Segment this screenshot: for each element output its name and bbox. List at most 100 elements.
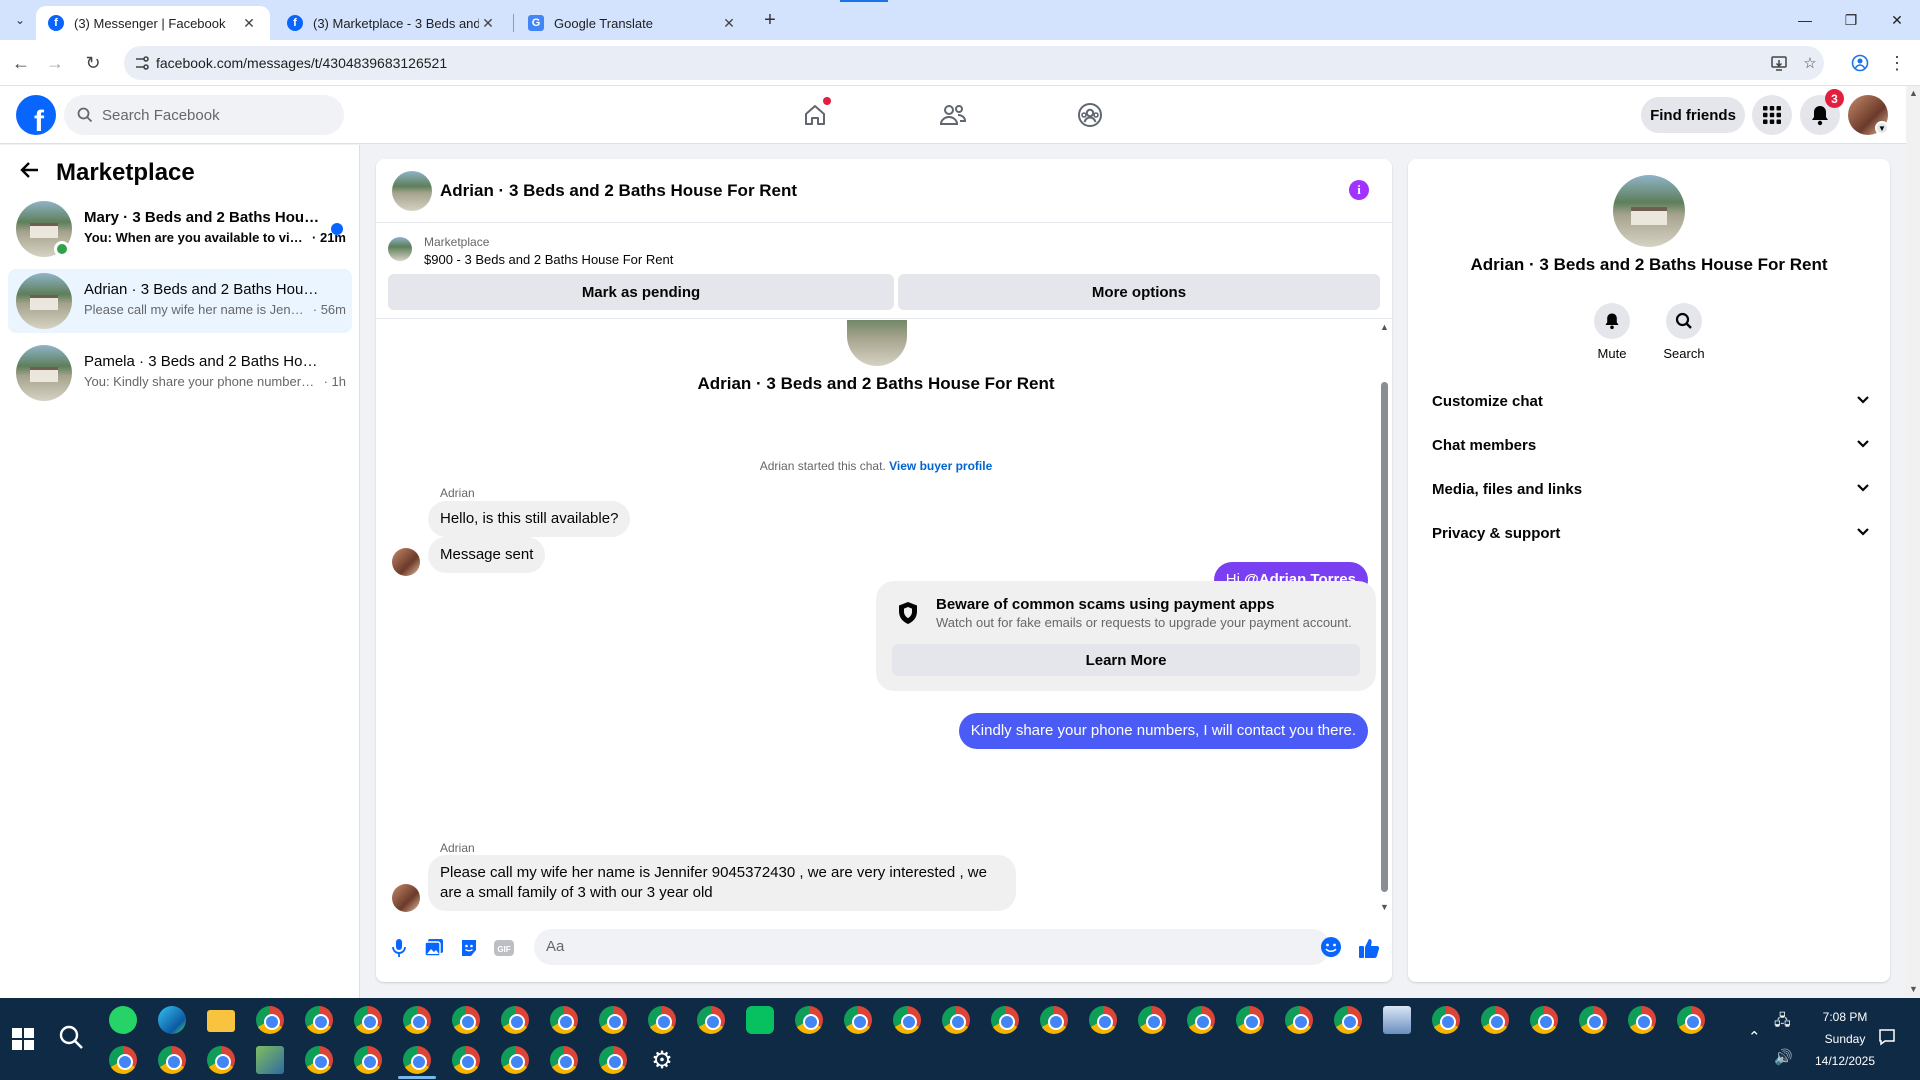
profile-icon[interactable] (1847, 50, 1873, 76)
chevron-down-icon[interactable]: ▼ (1875, 121, 1889, 135)
chrome-icon[interactable] (452, 1006, 480, 1034)
chrome-icon[interactable] (305, 1006, 333, 1034)
chrome-icon[interactable] (697, 1006, 725, 1034)
app-icon[interactable] (256, 1046, 284, 1074)
more-options-button[interactable]: More options (898, 274, 1380, 310)
new-tab-button[interactable]: + (758, 8, 782, 32)
forward-arrow-icon[interactable]: → (42, 50, 68, 76)
menu-grid-button[interactable] (1752, 95, 1792, 135)
scroll-up-arrow-icon[interactable]: ▲ (1909, 88, 1918, 98)
scroll-up-arrow-icon[interactable]: ▲ (1380, 322, 1389, 332)
chrome-icon[interactable] (1628, 1006, 1656, 1034)
outgoing-message[interactable]: Kindly share your phone numbers, I will … (958, 713, 1368, 749)
bookmark-star-icon[interactable]: ☆ (1800, 53, 1820, 73)
chrome-icon[interactable] (501, 1046, 529, 1074)
emoji-icon[interactable] (1320, 936, 1342, 958)
browser-menu-icon[interactable]: ⋮ (1884, 50, 1910, 76)
edge-browser-icon[interactable] (158, 1006, 186, 1034)
facebook-search-box[interactable] (64, 95, 344, 135)
chrome-icon[interactable] (550, 1046, 578, 1074)
conversation-item[interactable]: Pamela · 3 Beds and 2 Baths House For Re… (8, 341, 352, 405)
search-action[interactable]: Search (1654, 303, 1714, 361)
chrome-icon[interactable] (158, 1046, 186, 1074)
chrome-icon[interactable] (1040, 1006, 1068, 1034)
chrome-icon[interactable] (354, 1006, 382, 1034)
listing-thumbnail[interactable] (1613, 175, 1685, 247)
info-icon[interactable]: i (1349, 180, 1369, 200)
chrome-icon[interactable] (795, 1006, 823, 1034)
chrome-icon[interactable] (1579, 1006, 1607, 1034)
back-arrow-icon[interactable] (20, 160, 44, 186)
listing-thumbnail[interactable] (388, 237, 412, 261)
thread-scrollbar[interactable]: ▲ ▼ (1378, 320, 1390, 915)
close-window-button[interactable]: ✕ (1874, 6, 1920, 34)
message-input[interactable] (546, 938, 1286, 955)
chrome-icon[interactable] (1481, 1006, 1509, 1034)
message-input-box[interactable] (534, 929, 1330, 965)
tab-search-menu-button[interactable]: ⌄ (8, 8, 32, 32)
tab-google-translate[interactable]: G Google Translate ✕ (516, 6, 750, 40)
microphone-icon[interactable] (388, 937, 410, 959)
taskbar-search-icon[interactable] (58, 1024, 86, 1052)
incoming-message[interactable]: Hello, is this still available? (428, 501, 631, 537)
wechat-icon[interactable] (746, 1006, 774, 1034)
chrome-icon[interactable] (942, 1006, 970, 1034)
chrome-icon[interactable] (1236, 1006, 1264, 1034)
conversation-item-selected[interactable]: Adrian · 3 Beds and 2 Baths House For Re… (8, 269, 352, 333)
chrome-icon[interactable] (354, 1046, 382, 1074)
groups-nav-button[interactable] (1070, 95, 1110, 135)
chrome-icon[interactable] (1089, 1006, 1117, 1034)
chrome-icon[interactable] (256, 1006, 284, 1034)
friends-nav-button[interactable] (933, 95, 973, 135)
windows-start-icon[interactable] (12, 1028, 34, 1050)
gif-icon[interactable]: GIF (493, 937, 515, 959)
chrome-icon[interactable] (1677, 1006, 1705, 1034)
incoming-message[interactable]: Message sent (428, 537, 546, 573)
mark-as-pending-button[interactable]: Mark as pending (388, 274, 894, 310)
whatsapp-icon[interactable] (109, 1006, 137, 1034)
tab-messenger[interactable]: f (3) Messenger | Facebook ✕ (36, 6, 270, 40)
install-app-icon[interactable] (1769, 53, 1789, 73)
chrome-icon[interactable] (305, 1046, 333, 1074)
photos-app-icon[interactable] (1383, 1006, 1411, 1034)
clock-time[interactable]: 7:08 PM (1800, 1010, 1890, 1024)
address-bar[interactable]: facebook.com/messages/t/4304839683126521… (124, 46, 1824, 80)
chrome-icon[interactable] (844, 1006, 872, 1034)
privacy-support-section[interactable]: Privacy & support (1416, 513, 1882, 553)
chrome-icon[interactable] (1334, 1006, 1362, 1034)
find-friends-button[interactable]: Find friends (1641, 97, 1745, 133)
conversation-item[interactable]: Mary · 3 Beds and 2 Baths House For Rent… (8, 197, 352, 261)
chrome-icon[interactable] (501, 1006, 529, 1034)
chat-members-section[interactable]: Chat members (1416, 425, 1882, 465)
customize-chat-section[interactable]: Customize chat (1416, 381, 1882, 421)
file-explorer-icon[interactable] (207, 1010, 235, 1032)
tab-marketplace[interactable]: f (3) Marketplace - 3 Beds and 2 ✕ (275, 6, 509, 40)
notification-center-icon[interactable] (1878, 1028, 1896, 1050)
back-arrow-icon[interactable]: ← (8, 50, 34, 76)
clock-date[interactable]: 14/12/2025 (1800, 1054, 1890, 1068)
chrome-icon[interactable] (1530, 1006, 1558, 1034)
chrome-icon[interactable] (403, 1046, 431, 1074)
learn-more-button[interactable]: Learn More (892, 644, 1360, 676)
notifications-button[interactable]: 3 (1800, 89, 1844, 135)
page-scrollbar[interactable]: ▲ ▼ (1906, 86, 1920, 998)
home-nav-button[interactable] (795, 95, 835, 135)
restore-window-button[interactable]: ❐ (1828, 6, 1874, 34)
close-tab-icon[interactable]: ✕ (479, 15, 497, 32)
site-info-icon[interactable] (132, 53, 152, 73)
reload-icon[interactable]: ↻ (80, 50, 106, 76)
incoming-message[interactable]: Please call my wife her name is Jennifer… (428, 855, 1016, 911)
photo-icon[interactable] (423, 937, 445, 959)
network-icon[interactable]: 🖧 (1774, 1010, 1791, 1035)
scrollbar-thumb[interactable] (1381, 382, 1388, 892)
chrome-icon[interactable] (599, 1046, 627, 1074)
chrome-icon[interactable] (599, 1006, 627, 1034)
listing-title[interactable]: $900 - 3 Beds and 2 Baths House For Rent (424, 252, 673, 267)
close-tab-icon[interactable]: ✕ (240, 15, 258, 32)
chrome-icon[interactable] (109, 1046, 137, 1074)
chevron-up-icon[interactable]: ⌃ (1748, 1028, 1761, 1046)
search-input[interactable] (102, 106, 322, 124)
chrome-icon[interactable] (991, 1006, 1019, 1034)
minimize-window-button[interactable]: — (1782, 6, 1828, 34)
settings-gear-icon[interactable]: ⚙ (648, 1046, 676, 1074)
